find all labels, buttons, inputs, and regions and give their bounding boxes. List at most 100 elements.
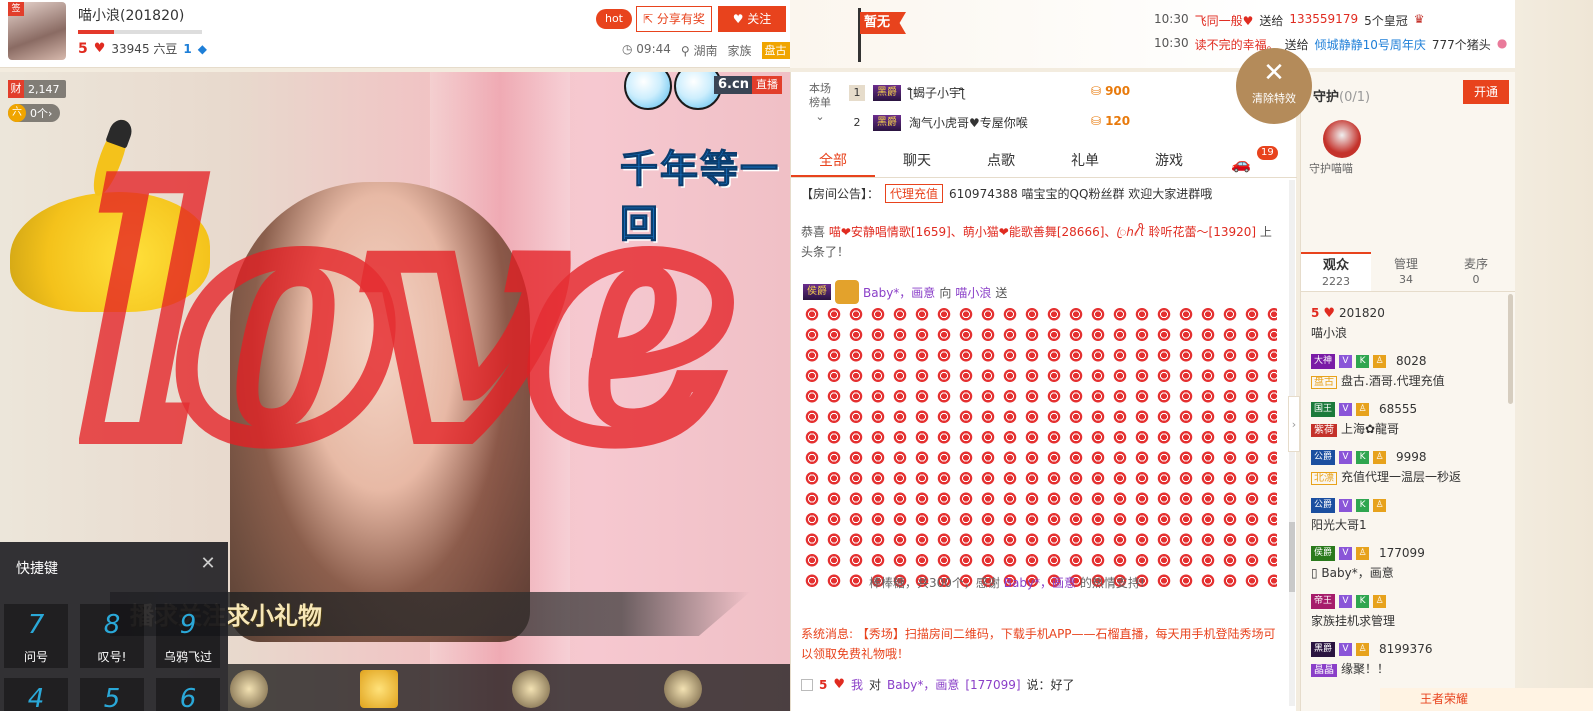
- coin-icon: ⛁: [1091, 84, 1102, 98]
- rank-row[interactable]: 1 黑爵 ƪ蝎子小宇ƪ: [849, 84, 965, 101]
- user-id: 8028: [1396, 354, 1427, 368]
- gift-thanks-prefix: 棒棒糖，共300个，感谢: [869, 576, 1000, 590]
- shortcut-key-number: 5: [103, 684, 121, 711]
- stream-location: 湖南: [693, 44, 718, 58]
- gift-to: 向: [939, 285, 952, 300]
- tab-count: 34: [1399, 273, 1413, 286]
- video-player[interactable]: love 财2,147 六0个 › 6.cn 直播 千年等一回 播求关注求小礼物…: [0, 72, 790, 711]
- chat-panel: 本场 榜单 ⌄ 1 黑爵 ƪ蝎子小宇ƪ ⛁ 900 2 黑爵 淘气小虎哥♥专屋你喉…: [790, 72, 1297, 711]
- noble-medal: 大神: [1311, 353, 1336, 369]
- audience-item[interactable]: 侯爵 V ♙ 177099 ▯ Baby*，画意: [1311, 544, 1507, 582]
- chevron-right-icon[interactable]: ›: [1288, 396, 1300, 452]
- chat-to: 对: [869, 678, 882, 692]
- host-header: 签 喵小浪(201820) 5 ♥ 33945 六豆 1 ◆ hot ⇱ 分享有…: [0, 0, 790, 68]
- location-icon: ⚲ 湖南: [680, 44, 718, 58]
- user-id: 201820: [1339, 306, 1385, 320]
- family-tag: 盘古: [1311, 376, 1337, 389]
- notice-target[interactable]: 倾城静静10号周年庆: [1315, 36, 1426, 53]
- shortcut-key[interactable]: 8 叹号!: [80, 604, 144, 668]
- tab-label: 麦序: [1463, 257, 1488, 271]
- chat-user[interactable]: Baby*，画意: [887, 676, 959, 693]
- congrats-names[interactable]: 喵❤安静唱情歌[1659]、萌小猫❤能歌善舞[28666]、ꦿℎ𝓁ꪻ 聆听花蕾～…: [829, 225, 1256, 239]
- gift-icon[interactable]: [512, 670, 550, 708]
- promo-banner[interactable]: 王者荣耀: [1380, 688, 1593, 711]
- shortcut-title: 快捷键: [16, 561, 58, 577]
- announce-tag[interactable]: 代理充值: [885, 184, 944, 203]
- family-label: 家族: [727, 44, 752, 58]
- rank-coin-value: 120: [1105, 114, 1131, 128]
- system-message: 系统消息: 【秀场】扫描房间二维码，下载手机APP——石榴直播，每天用手机登陆秀…: [801, 627, 1276, 661]
- heart-icon: ♥: [1323, 305, 1336, 321]
- chevron-down-icon: ⌄: [815, 110, 825, 123]
- rank-label-line: 本场: [809, 82, 831, 95]
- shortcut-key[interactable]: 9 乌鸦飞过: [156, 604, 220, 668]
- rank-label[interactable]: 本场 榜单 ⌄: [805, 82, 835, 124]
- headline-flag[interactable]: 暂无: [860, 12, 906, 34]
- follow-button[interactable]: ♥ 关注: [718, 6, 786, 32]
- audience-item[interactable]: 公爵 V K ♙ 阳光大哥1: [1311, 496, 1507, 534]
- tab-audience[interactable]: 观众 2223: [1301, 252, 1371, 291]
- guard-avatar[interactable]: [1323, 120, 1361, 158]
- stream-time: 09:44: [636, 42, 671, 56]
- gift-icon[interactable]: [230, 670, 268, 708]
- shortcut-key-number: 6: [179, 684, 197, 711]
- beans-badge[interactable]: 六 0个 ›: [8, 104, 61, 122]
- close-icon[interactable]: ✕: [198, 554, 218, 574]
- open-guard-button[interactable]: 开通: [1463, 80, 1509, 104]
- audience-scrollbar[interactable]: [1508, 294, 1513, 404]
- rank-user-name: ƪ蝎子小宇ƪ: [909, 86, 966, 100]
- manager-icon: ♙: [1356, 402, 1370, 416]
- chat-scroll-thumb[interactable]: [1289, 522, 1295, 592]
- notice-target[interactable]: 133559179: [1289, 12, 1358, 29]
- congrats-prefix: 恭喜: [801, 225, 826, 239]
- tab-chat[interactable]: 聊天: [875, 144, 959, 177]
- family-tag[interactable]: 盘古: [761, 42, 790, 59]
- shortcut-key[interactable]: 5: [80, 678, 144, 711]
- car-icon[interactable]: 🚗: [1231, 154, 1251, 173]
- chat-me: 我: [851, 678, 864, 692]
- gift-icon[interactable]: [664, 670, 702, 708]
- share-button[interactable]: ⇱ 分享有奖: [636, 6, 712, 32]
- clear-effects-button[interactable]: ✕ 清除特效: [1236, 48, 1312, 124]
- audience-item[interactable]: 大神 V K ♙ 8028 盘古 盘古.酒哥.代理充值: [1311, 352, 1507, 390]
- tab-mic-queue[interactable]: 麦序 0: [1441, 252, 1511, 291]
- shortcut-key-label: 问号: [23, 650, 48, 664]
- tab-managers[interactable]: 管理 34: [1371, 252, 1441, 291]
- host-name: 喵小浪(201820): [78, 8, 185, 24]
- gift-thanks-suffix: 的热情支持!: [1079, 576, 1145, 590]
- shortcut-key[interactable]: 4: [4, 678, 68, 711]
- shortcut-key-number: 4: [27, 684, 45, 711]
- beans-icon: 六: [8, 104, 26, 122]
- gift-sender[interactable]: Baby*，画意: [863, 284, 935, 301]
- tab-all[interactable]: 全部: [791, 144, 875, 177]
- gift-message: 侯爵 Baby*，画意 向 喵小浪 送: [803, 280, 1007, 304]
- rank-coin-value: 900: [1105, 84, 1131, 98]
- gift-receiver[interactable]: 喵小浪: [955, 284, 991, 301]
- shortcut-key[interactable]: 7 问号: [4, 604, 68, 668]
- checkbox-icon[interactable]: [801, 678, 813, 691]
- heart-icon: ♥: [93, 41, 106, 56]
- host-level: 5: [78, 40, 88, 57]
- announce-text: 610974388 喵宝宝的QQ粉丝群 欢迎大家进群哦: [949, 187, 1213, 201]
- audience-item[interactable]: 公爵 V K ♙ 9998 北漂 充值代理一温层一秒返: [1311, 448, 1507, 486]
- manager-icon: ♙: [1356, 642, 1370, 656]
- notice-user[interactable]: 飞同一般♥: [1195, 12, 1254, 29]
- star-gift-icon[interactable]: [360, 670, 398, 708]
- audience-item[interactable]: 帝王 V K ♙ 家族挂机求管理: [1311, 592, 1507, 630]
- rich-badge[interactable]: 财 2,147: [8, 80, 66, 98]
- tab-gift-list[interactable]: 礼单: [1043, 144, 1127, 177]
- host-beans: 33945 六豆: [111, 42, 178, 56]
- tab-games[interactable]: 游戏: [1127, 144, 1211, 177]
- audience-item[interactable]: 黑爵 V ♙ 8199376 晶晶 缘聚！！: [1311, 640, 1507, 678]
- audience-item[interactable]: 5 ♥ 201820 喵小浪: [1311, 304, 1507, 342]
- user-name: 盘古.酒哥.代理充值: [1341, 374, 1445, 388]
- shortcut-key[interactable]: 6: [156, 678, 220, 711]
- tab-song-request[interactable]: 点歌: [959, 144, 1043, 177]
- gift-thanks: 棒棒糖，共300个，感谢 Baby*，画意 的热情支持!: [869, 574, 1145, 591]
- headline-congrats: 恭喜 喵❤安静唱情歌[1659]、萌小猫❤能歌善舞[28666]、ꦿℎ𝓁ꪻ 聆听…: [801, 222, 1281, 262]
- diamond-level: 1: [183, 41, 192, 56]
- gift-thanks-user[interactable]: Baby*，画意: [1004, 576, 1076, 590]
- audience-item[interactable]: 国王 V ♙ 68555 紫荷 上海✿龍哥: [1311, 400, 1507, 438]
- rank-row[interactable]: 2 黑爵 淘气小虎哥♥专屋你喉: [849, 114, 1028, 131]
- vip-icon: V: [1339, 354, 1353, 368]
